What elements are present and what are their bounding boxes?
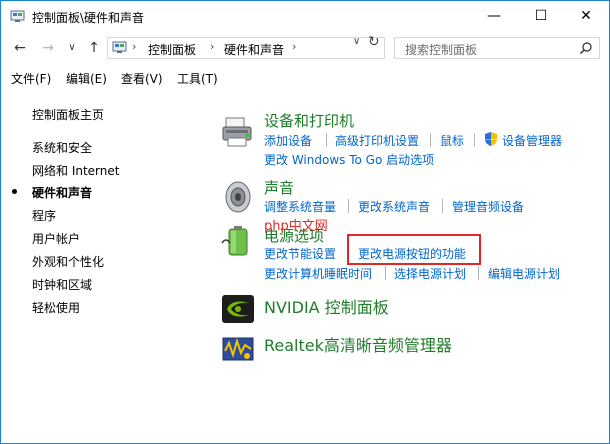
breadcrumb-separator: › bbox=[210, 40, 215, 53]
link-edit-power-plan[interactable]: 编辑电源计划 bbox=[488, 265, 560, 282]
link-separator bbox=[474, 133, 475, 147]
maximize-button[interactable]: ☐ bbox=[518, 1, 564, 31]
menu-file[interactable]: 文件(F) bbox=[11, 70, 51, 87]
sidebar-item-clock-region[interactable]: 时钟和区域 bbox=[32, 276, 92, 293]
link-separator bbox=[442, 199, 443, 213]
sidebar-item-home[interactable]: 控制面板主页 bbox=[32, 106, 104, 123]
close-button[interactable]: ✕ bbox=[563, 1, 609, 31]
category-title-devices[interactable]: 设备和打印机 bbox=[264, 110, 354, 131]
link-device-manager[interactable]: 设备管理器 bbox=[502, 132, 562, 149]
link-windows-to-go[interactable]: 更改 Windows To Go 启动选项 bbox=[264, 151, 434, 168]
breadcrumb-separator: › bbox=[292, 40, 297, 53]
link-manage-audio-devices[interactable]: 管理音频设备 bbox=[452, 198, 524, 215]
menu-tools[interactable]: 工具(T) bbox=[177, 70, 218, 87]
sidebar-item-network[interactable]: 网络和 Internet bbox=[32, 162, 119, 179]
category-title-sound[interactable]: 声音 bbox=[264, 177, 294, 198]
category-title-nvidia[interactable]: NVIDIA 控制面板 bbox=[264, 294, 389, 318]
link-separator bbox=[478, 266, 479, 280]
sidebar-item-ease-of-access[interactable]: 轻松使用 bbox=[32, 299, 80, 316]
breadcrumb-hardware-and-sound[interactable]: 硬件和声音 bbox=[224, 41, 284, 58]
link-add-device[interactable]: 添加设备 bbox=[264, 132, 312, 149]
watermark-text: php中文网 bbox=[264, 219, 328, 234]
link-separator bbox=[430, 133, 431, 147]
control-panel-app-icon bbox=[10, 10, 25, 22]
sidebar-item-hardware-sound[interactable]: 硬件和声音 bbox=[32, 184, 92, 201]
search-input[interactable]: 搜索控制面板 bbox=[394, 37, 600, 59]
address-bar[interactable]: › 控制面板 › 硬件和声音 › bbox=[107, 37, 385, 59]
speaker-icon[interactable] bbox=[220, 179, 256, 215]
category-title-realtek[interactable]: Realtek高清晰音频管理器 bbox=[264, 332, 452, 356]
link-separator bbox=[385, 266, 386, 280]
link-separator bbox=[348, 199, 349, 213]
battery-icon[interactable] bbox=[220, 223, 256, 259]
search-placeholder: 搜索控制面板 bbox=[405, 43, 478, 57]
search-icon bbox=[579, 42, 592, 55]
sidebar-item-system-security[interactable]: 系统和安全 bbox=[32, 139, 92, 156]
link-advanced-printer-settings[interactable]: 高级打印机设置 bbox=[335, 132, 419, 149]
back-button[interactable]: ← bbox=[10, 38, 30, 58]
link-choose-power-plan[interactable]: 选择电源计划 bbox=[394, 265, 466, 282]
menu-bar: 文件(F) 编辑(E) 查看(V) 工具(T) bbox=[1, 67, 609, 89]
control-panel-window: 控制面板\硬件和声音 — ☐ ✕ ← → ∨ ↑ › 控制面板 › 硬件和声音 … bbox=[0, 0, 610, 444]
title-bar: 控制面板\硬件和声音 — ☐ ✕ bbox=[1, 1, 609, 31]
link-mouse[interactable]: 鼠标 bbox=[440, 132, 464, 149]
current-item-bullet bbox=[12, 189, 17, 194]
link-change-power-saving[interactable]: 更改节能设置 bbox=[264, 245, 336, 262]
recent-locations-button[interactable]: ∨ bbox=[62, 38, 82, 58]
address-dropdown-button[interactable]: ∨ bbox=[353, 36, 360, 47]
menu-view[interactable]: 查看(V) bbox=[121, 70, 163, 87]
nvidia-icon[interactable] bbox=[220, 291, 256, 327]
link-separator bbox=[326, 133, 327, 147]
link-change-system-sounds[interactable]: 更改系统声音 bbox=[358, 198, 430, 215]
minimize-button[interactable]: — bbox=[471, 1, 517, 31]
printer-icon[interactable] bbox=[220, 114, 256, 150]
navigation-bar: ← → ∨ ↑ › 控制面板 › 硬件和声音 › ∨ ↻ 搜索控制面板 bbox=[1, 33, 609, 63]
refresh-button[interactable]: ↻ bbox=[368, 34, 383, 50]
window-title: 控制面板\硬件和声音 bbox=[32, 11, 145, 25]
highlight-box bbox=[347, 234, 481, 265]
menu-edit[interactable]: 编辑(E) bbox=[66, 70, 107, 87]
control-panel-location-icon bbox=[112, 41, 127, 53]
breadcrumb-separator: › bbox=[132, 40, 137, 53]
uac-shield-icon bbox=[485, 132, 497, 146]
link-change-sleep-time[interactable]: 更改计算机睡眠时间 bbox=[264, 265, 372, 282]
breadcrumb-control-panel[interactable]: 控制面板 bbox=[148, 41, 196, 58]
link-adjust-volume[interactable]: 调整系统音量 bbox=[264, 198, 336, 215]
sidebar-item-programs[interactable]: 程序 bbox=[32, 207, 56, 224]
realtek-audio-icon[interactable] bbox=[220, 331, 256, 367]
forward-button[interactable]: → bbox=[38, 38, 58, 58]
sidebar-item-user-accounts[interactable]: 用户帐户 bbox=[32, 230, 80, 247]
up-button[interactable]: ↑ bbox=[84, 38, 104, 58]
sidebar-item-appearance[interactable]: 外观和个性化 bbox=[32, 253, 104, 270]
